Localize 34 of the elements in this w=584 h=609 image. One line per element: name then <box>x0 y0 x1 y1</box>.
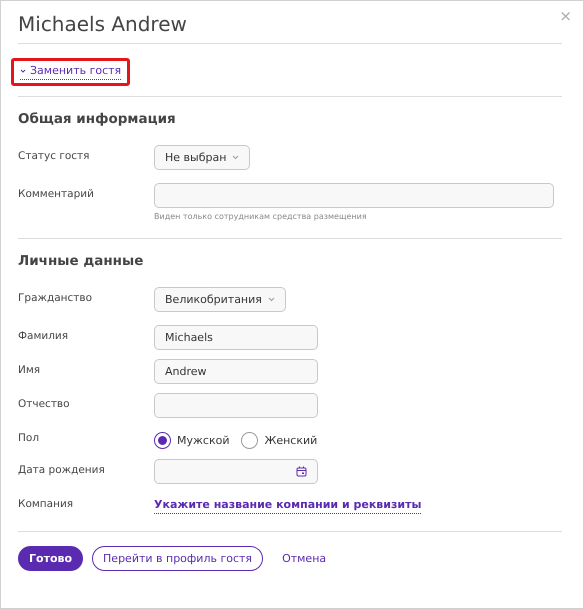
field-hint: Виден только сотрудникам средства размещения <box>154 212 368 221</box>
input-field[interactable]: Andrew <box>154 359 318 384</box>
radio-button[interactable] <box>241 432 258 449</box>
field-label: Комментарий <box>18 187 95 200</box>
field-label: Гражданство <box>18 291 94 304</box>
field-label: Имя <box>18 363 42 376</box>
section-heading: Личные данные <box>18 253 144 269</box>
calendar-icon <box>296 466 307 477</box>
field-label: Статус гостя <box>18 149 90 162</box>
field-label: Пол <box>18 431 40 444</box>
radio-label: Мужской <box>177 434 230 447</box>
date-field[interactable] <box>154 459 318 484</box>
radio-button[interactable] <box>154 432 171 449</box>
dropdown[interactable]: Великобритания <box>154 287 286 312</box>
input-field[interactable] <box>154 183 554 208</box>
chevron-down-icon <box>232 155 240 160</box>
field-label: Фамилия <box>18 329 70 342</box>
input-field[interactable]: Michaels <box>154 325 318 350</box>
radio-option[interactable]: Женский <box>241 432 318 449</box>
done-button[interactable]: Готово <box>18 546 84 571</box>
radio-option[interactable]: Мужской <box>154 432 230 449</box>
input-field[interactable] <box>154 393 318 418</box>
company-link[interactable]: Укажите название компании и реквизиты <box>154 498 422 514</box>
field-label: Компания <box>18 497 74 510</box>
profile-button[interactable]: Перейти в профиль гостя <box>92 546 264 571</box>
field-label: Отчество <box>18 397 71 410</box>
dialog-title: Michaels Andrew <box>18 1 562 44</box>
section-heading: Общая информация <box>18 111 177 127</box>
field-label: Дата рождения <box>18 463 106 476</box>
replace-guest-link[interactable]: Заменить гостя <box>20 64 122 80</box>
chevron-down-icon <box>20 68 26 72</box>
dropdown[interactable]: Не выбран <box>154 145 250 170</box>
radio-label: Женский <box>264 434 318 447</box>
chevron-down-icon <box>268 297 275 302</box>
